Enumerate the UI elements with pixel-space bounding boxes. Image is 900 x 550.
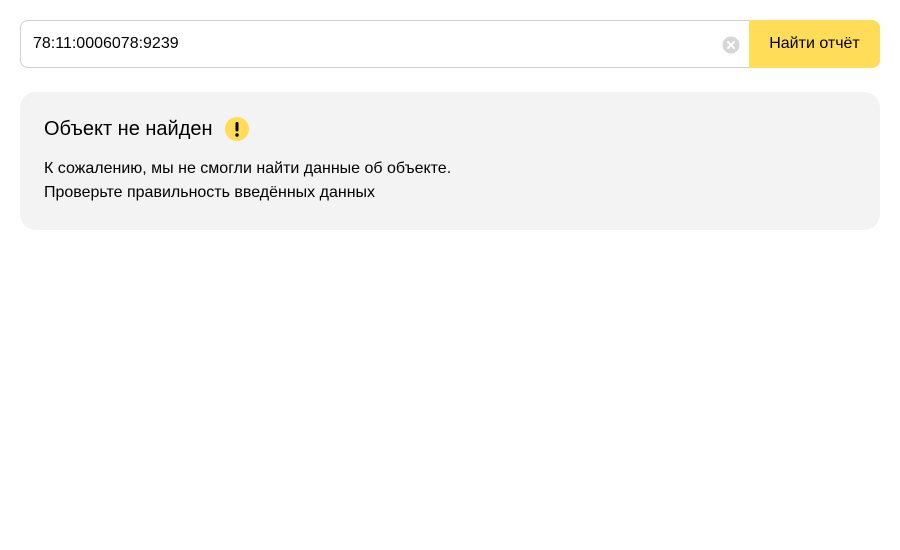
clear-icon[interactable] bbox=[722, 36, 740, 54]
search-bar: Найти отчёт bbox=[20, 20, 880, 68]
result-message-line-2: Проверьте правильность введённых данных bbox=[44, 184, 376, 201]
search-field bbox=[20, 20, 749, 68]
search-input[interactable] bbox=[21, 21, 749, 67]
result-message: К сожалению, мы не смогли найти данные о… bbox=[44, 157, 834, 205]
not-found-card: Объект не найден К сожалению, мы не смог… bbox=[20, 92, 880, 230]
result-message-line-1: К сожалению, мы не смогли найти данные о… bbox=[44, 160, 452, 177]
exclamation-icon bbox=[224, 117, 249, 141]
page: Найти отчёт Объект не найден К сожалению… bbox=[0, 0, 900, 550]
result-header: Объект не найден bbox=[44, 116, 249, 142]
find-report-button[interactable]: Найти отчёт bbox=[749, 20, 880, 68]
result-title: Объект не найден bbox=[44, 118, 213, 140]
